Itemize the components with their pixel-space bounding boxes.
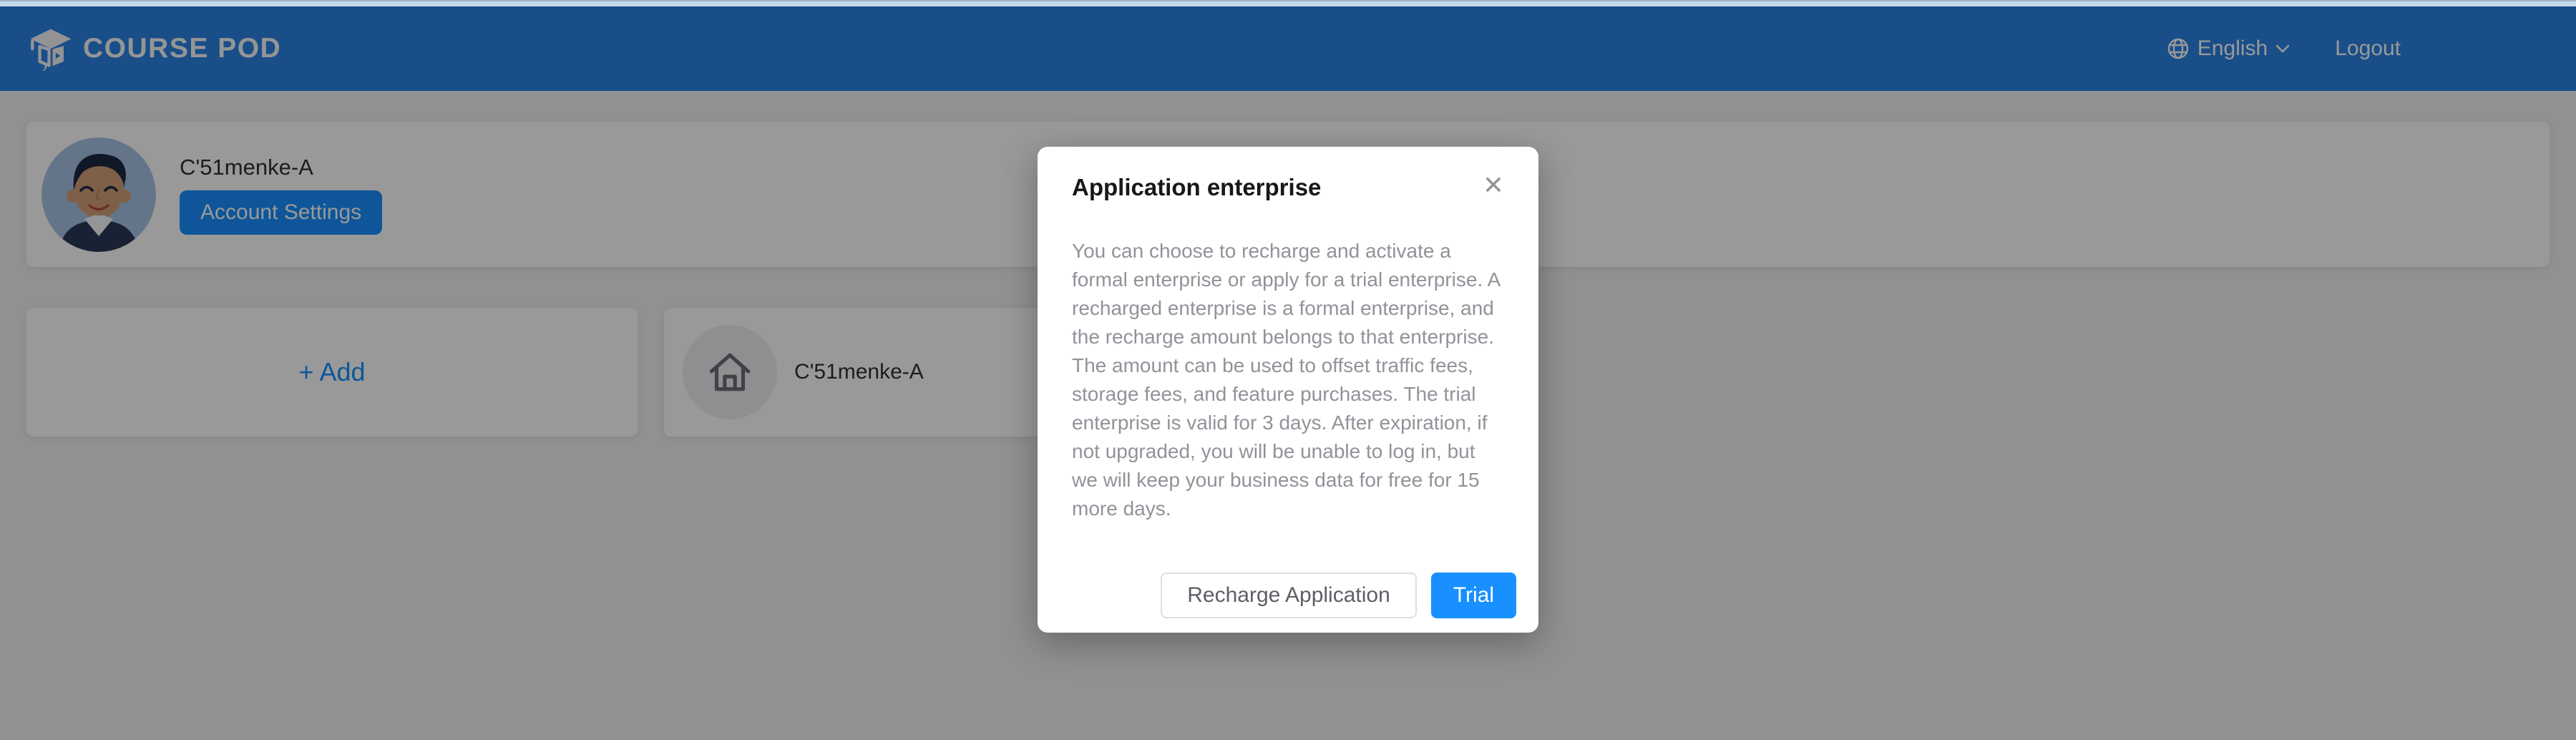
application-enterprise-modal: Application enterprise ✕ You can choose … — [1038, 147, 1538, 633]
window-top-strip — [0, 0, 2576, 6]
trial-button[interactable]: Trial — [1431, 573, 1516, 618]
recharge-application-button[interactable]: Recharge Application — [1161, 573, 1417, 618]
modal-body-text: You can choose to recharge and activate … — [1072, 237, 1504, 523]
modal-title: Application enterprise — [1072, 174, 1321, 201]
modal-header: Application enterprise ✕ — [1072, 147, 1504, 201]
modal-footer: Recharge Application Trial — [1161, 573, 1516, 618]
close-icon[interactable]: ✕ — [1483, 172, 1504, 198]
